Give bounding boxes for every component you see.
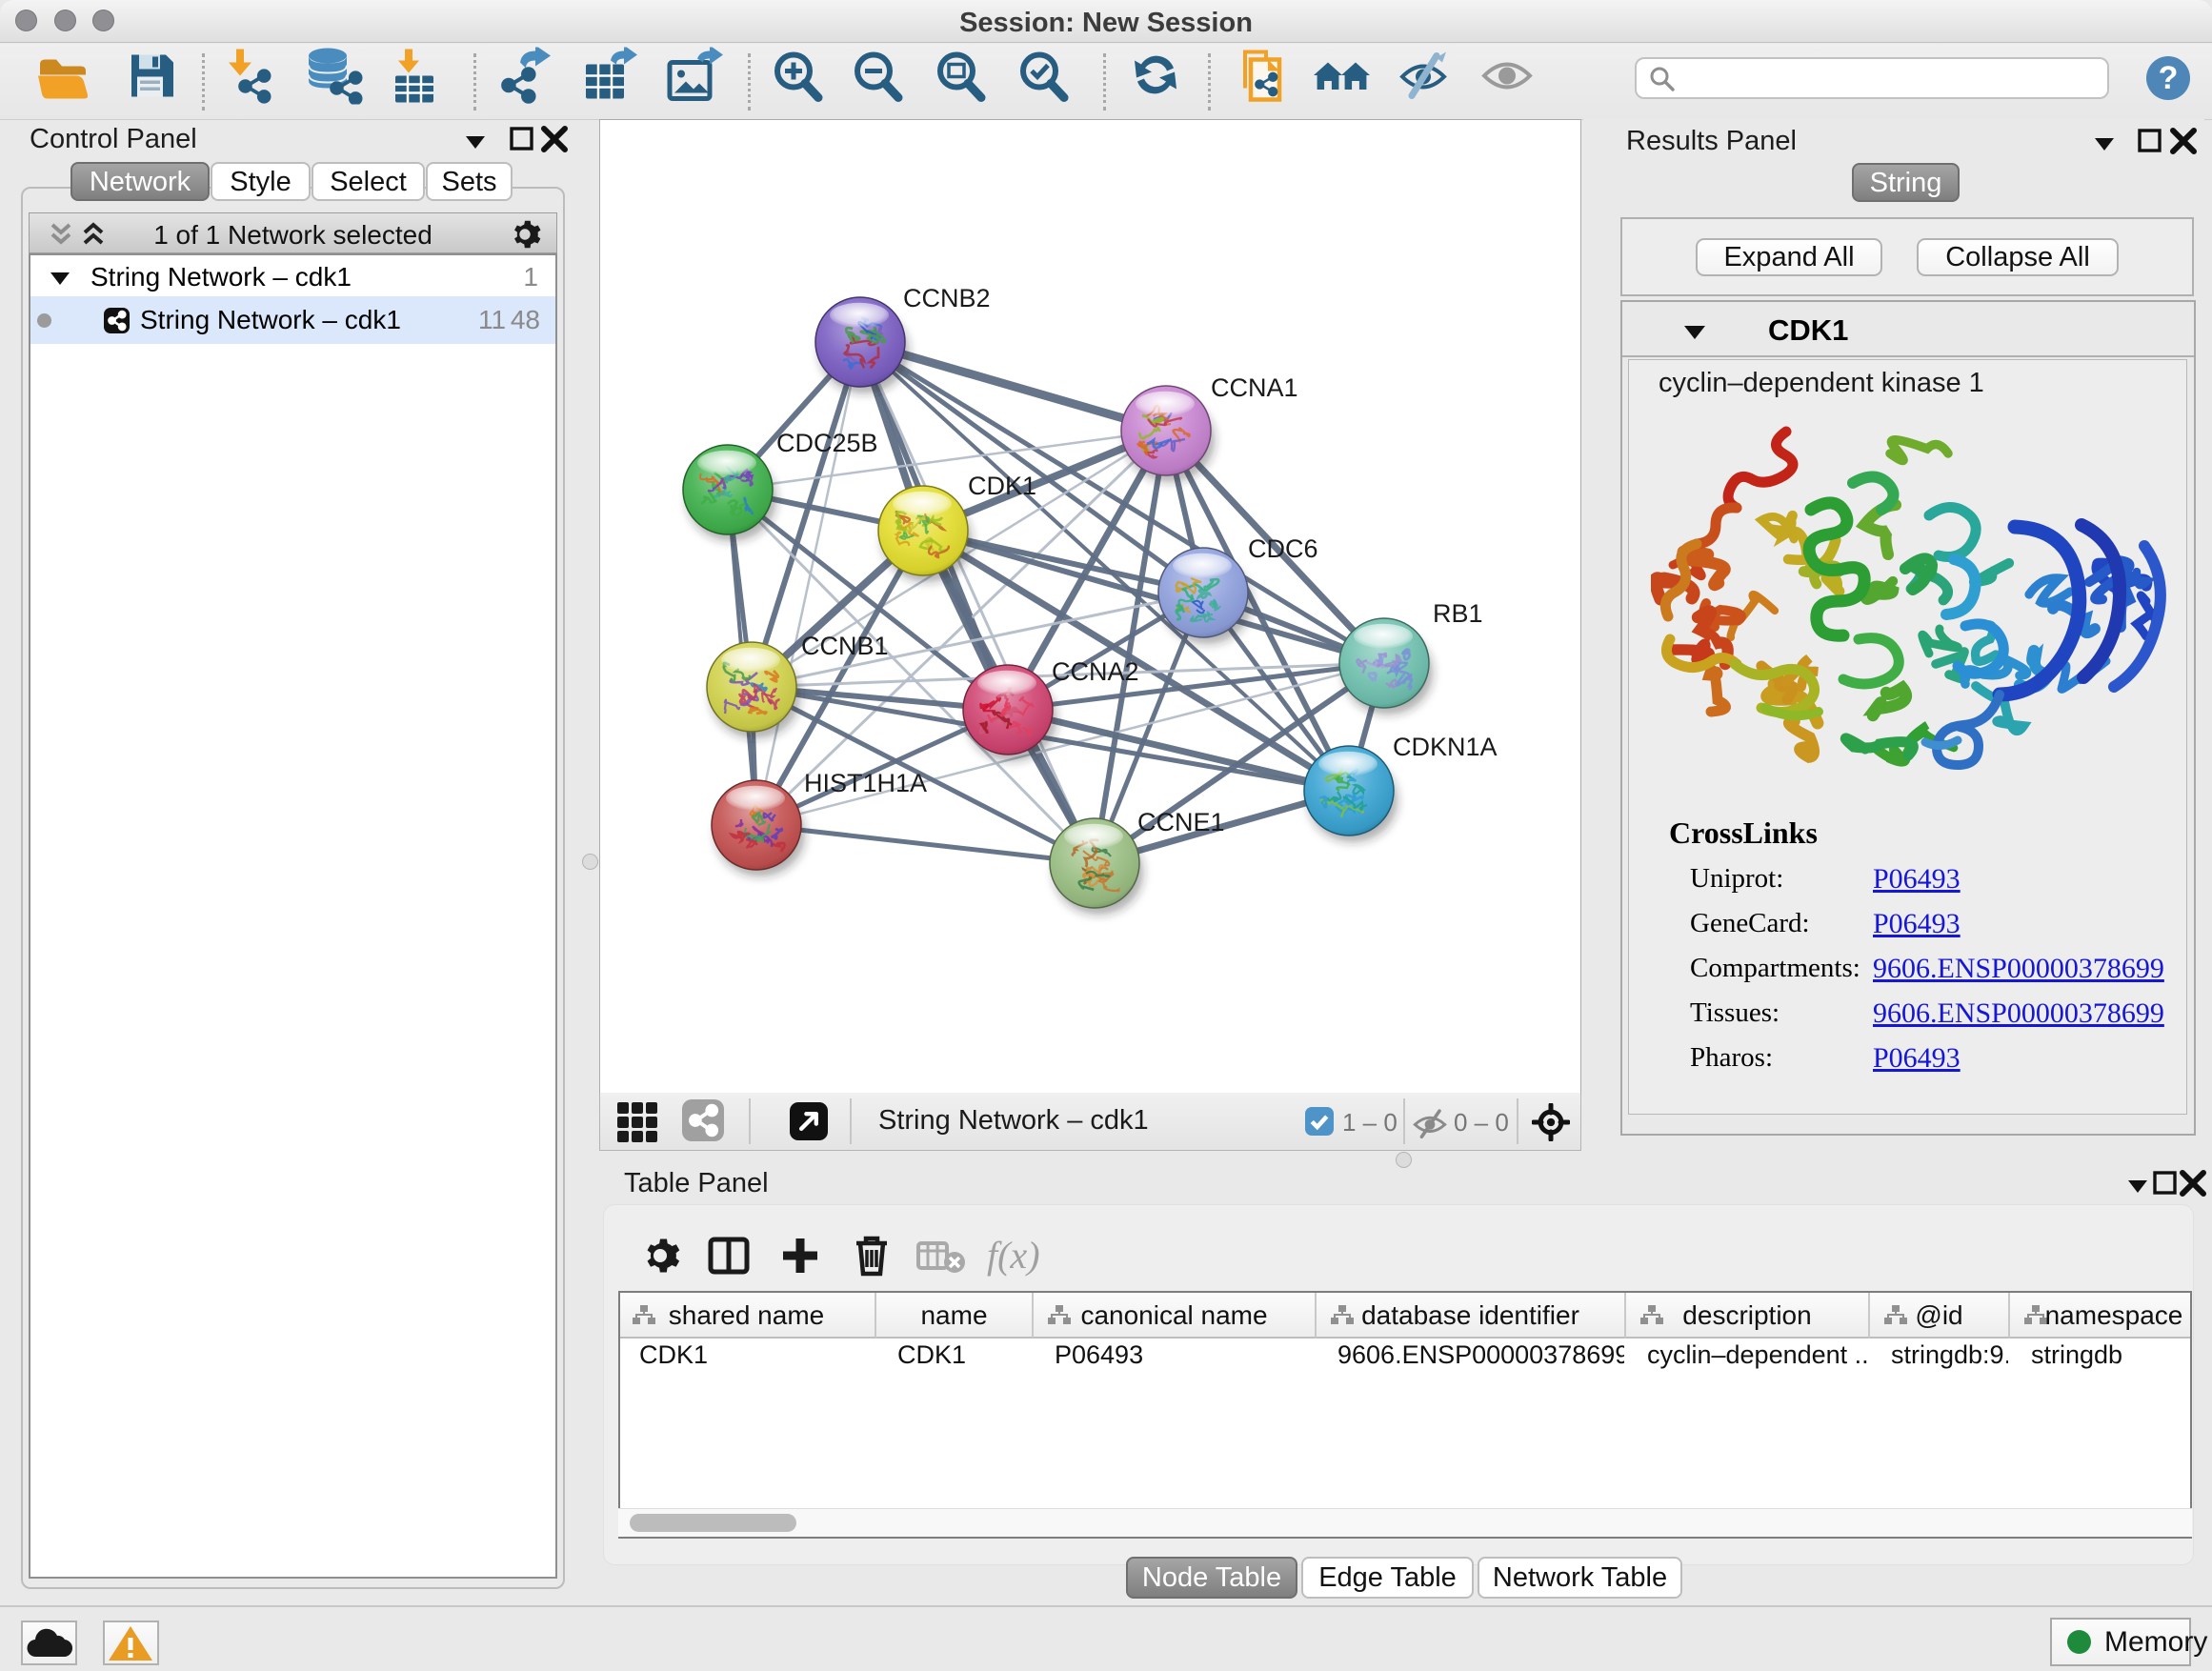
svg-text:CCNB1: CCNB1 (801, 632, 889, 660)
svg-text:CDC25B: CDC25B (776, 429, 878, 457)
svg-text:CCNB2: CCNB2 (903, 284, 991, 312)
svg-text:CDC6: CDC6 (1248, 534, 1318, 563)
svg-text:CCNE1: CCNE1 (1137, 808, 1225, 836)
svg-text:CDK1: CDK1 (968, 472, 1036, 500)
svg-text:RB1: RB1 (1433, 599, 1483, 628)
svg-text:CCNA2: CCNA2 (1052, 657, 1139, 686)
svg-text:CDKN1A: CDKN1A (1393, 733, 1498, 761)
svg-text:CCNA1: CCNA1 (1211, 373, 1298, 402)
svg-text:HIST1H1A: HIST1H1A (804, 769, 927, 797)
